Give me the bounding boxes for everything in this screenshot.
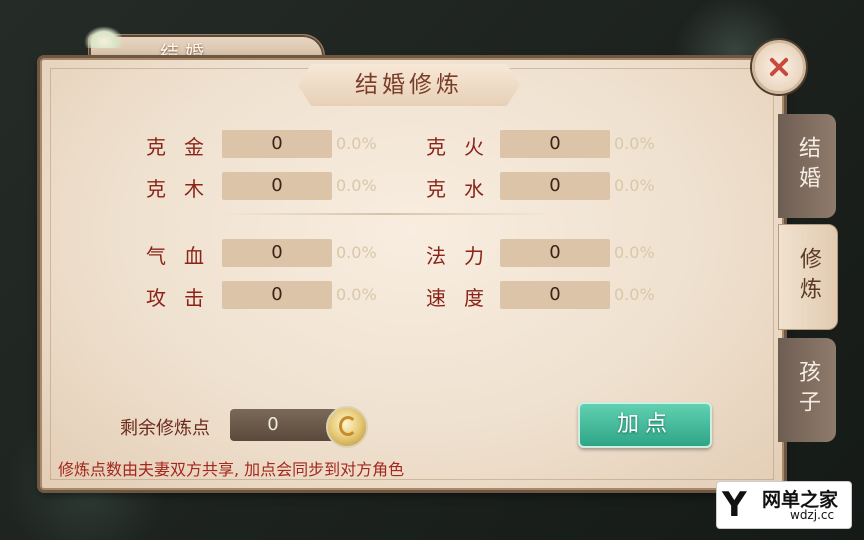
watermark-url: wdzj.cc — [790, 508, 835, 522]
watermark-mark-icon: Y — [722, 485, 747, 525]
stat-percent: 0.0% — [614, 134, 655, 153]
stat-value: 0 — [500, 172, 610, 200]
stat-value: 0 — [500, 130, 610, 158]
stat-percent: 0.0% — [336, 134, 377, 153]
panel-title: 结婚修炼 — [355, 72, 463, 98]
stat-percent: 0.0% — [336, 176, 377, 195]
stat-percent: 0.0% — [614, 285, 655, 304]
stat-label: 法力 — [426, 244, 502, 268]
remaining-points-value: 0 — [267, 414, 279, 435]
stat-percent: 0.0% — [614, 176, 655, 195]
tab-marriage[interactable]: 结婚 — [778, 114, 836, 218]
stat-label: 克水 — [426, 177, 502, 201]
stat-label: 攻击 — [146, 286, 222, 310]
lotus-icon — [84, 26, 124, 48]
coin-icon[interactable] — [326, 406, 368, 448]
add-points-button[interactable]: 加点 — [578, 402, 712, 448]
shared-points-note: 修炼点数由夫妻双方共享, 加点会同步到对方角色 — [58, 460, 405, 479]
stat-value: 0 — [222, 281, 332, 309]
stat-label: 速度 — [426, 286, 502, 310]
stat-percent: 0.0% — [614, 243, 655, 262]
stat-label: 克金 — [146, 135, 222, 159]
section-divider — [220, 213, 550, 215]
stat-label: 克火 — [426, 135, 502, 159]
stat-percent: 0.0% — [336, 285, 377, 304]
tab-practice[interactable]: 修炼 — [778, 224, 838, 330]
close-icon[interactable] — [752, 40, 806, 94]
stat-value: 0 — [222, 130, 332, 158]
stat-label: 气血 — [146, 244, 222, 268]
stat-label: 克木 — [146, 177, 222, 201]
stat-value: 0 — [222, 172, 332, 200]
tab-children[interactable]: 孩子 — [778, 338, 836, 442]
stat-percent: 0.0% — [336, 243, 377, 262]
stat-value: 0 — [500, 281, 610, 309]
stat-value: 0 — [222, 239, 332, 267]
remaining-points-label: 剩余修炼点 — [120, 418, 210, 439]
stat-value: 0 — [500, 239, 610, 267]
